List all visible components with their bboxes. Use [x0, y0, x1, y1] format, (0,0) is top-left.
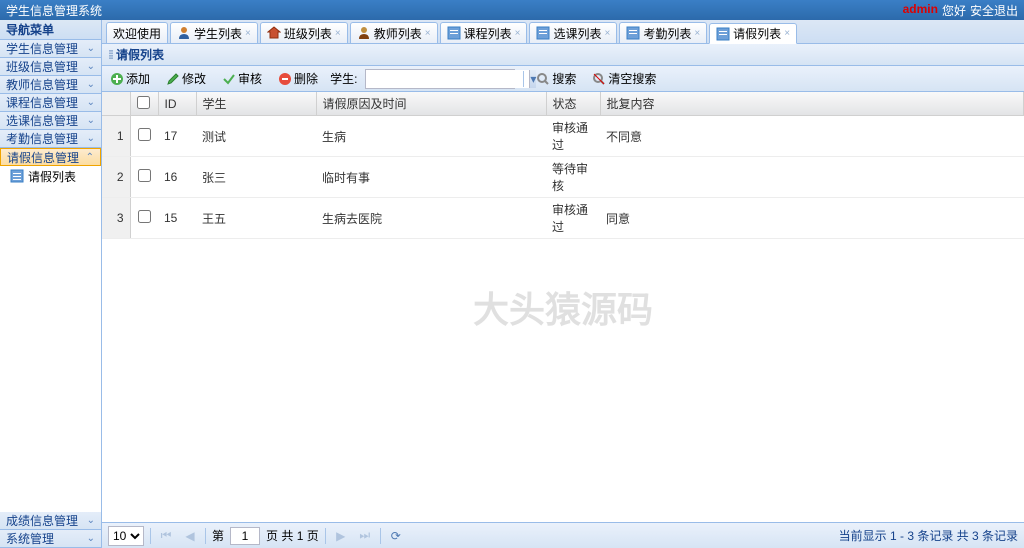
sidebar-item-class[interactable]: 班级信息管理⌄: [0, 58, 101, 76]
data-grid: ID 学生 请假原因及时间 状态 批复内容 1 17 测试 生病 审核通过 不同…: [102, 92, 1024, 522]
column-header-reason[interactable]: 请假原因及时间: [316, 92, 546, 116]
list-icon: [536, 26, 550, 40]
clear-icon: [592, 72, 606, 86]
table-row[interactable]: 2 16 张三 临时有事 等待审核: [102, 157, 1024, 198]
sidebar-item-teacher[interactable]: 教师信息管理⌄: [0, 76, 101, 94]
tab-courses[interactable]: 课程列表×: [440, 22, 528, 43]
check-icon: [222, 72, 236, 86]
clear-search-button[interactable]: 清空搜索: [588, 68, 660, 89]
first-page-button[interactable]: ⏮: [157, 527, 175, 545]
sidebar-title: 导航菜单: [0, 20, 101, 40]
chevron-down-icon: ⌄: [87, 515, 95, 526]
row-checkbox[interactable]: [138, 210, 151, 223]
last-page-button[interactable]: ⏭: [356, 527, 374, 545]
table-row[interactable]: 1 17 测试 生病 审核通过 不同意: [102, 116, 1024, 157]
current-page-input[interactable]: [230, 527, 260, 545]
sidebar-item-attendance[interactable]: 考勤信息管理⌄: [0, 130, 101, 148]
sidebar-item-leave[interactable]: 请假信息管理⌃: [0, 148, 101, 166]
panel-title: ⁞⁞ 请假列表: [102, 44, 1024, 66]
select-all-checkbox[interactable]: [137, 96, 150, 109]
student-filter-label: 学生:: [330, 70, 357, 87]
search-button[interactable]: 搜索: [532, 68, 580, 89]
tabs: 欢迎使用 学生列表× 班级列表× 教师列表× 课程列表× 选课列表× 考勤列表×…: [102, 20, 1024, 44]
plus-icon: [110, 72, 124, 86]
person-icon: [177, 26, 191, 40]
list-icon: [447, 26, 461, 40]
list-icon: [10, 169, 24, 183]
page-size-select[interactable]: 10: [108, 526, 144, 546]
sidebar: 导航菜单 学生信息管理⌄ 班级信息管理⌄ 教师信息管理⌄ 课程信息管理⌄ 选课信…: [0, 20, 102, 548]
pager-info: 当前显示 1 - 3 条记录 共 3 条记录: [839, 527, 1018, 544]
chevron-down-icon: ⌄: [87, 43, 95, 54]
tab-teachers[interactable]: 教师列表×: [350, 22, 438, 43]
tab-attendance[interactable]: 考勤列表×: [619, 22, 707, 43]
add-button[interactable]: 添加: [106, 68, 154, 89]
next-page-button[interactable]: ▶: [332, 527, 350, 545]
refresh-button[interactable]: ⟳: [387, 527, 405, 545]
pager: 10 ⏮ ◀ 第 页 共 1 页 ▶ ⏭ ⟳ 当前显示 1 - 3 条记录 共 …: [102, 522, 1024, 548]
sidebar-sub-leave-list[interactable]: 请假列表: [0, 166, 101, 186]
student-filter-input[interactable]: [366, 70, 529, 88]
trash-icon: [278, 72, 292, 86]
greeting: 您好: [942, 2, 966, 19]
chevron-down-icon: ⌄: [87, 115, 95, 126]
sidebar-item-system[interactable]: 系统管理⌄: [0, 530, 101, 548]
close-icon[interactable]: ×: [604, 28, 610, 39]
row-checkbox[interactable]: [138, 169, 151, 182]
chevron-down-icon: ⌄: [87, 133, 95, 144]
sidebar-item-enroll[interactable]: 选课信息管理⌄: [0, 112, 101, 130]
chevron-down-icon: ⌄: [87, 533, 95, 544]
watermark: 大头猿源码: [473, 281, 653, 333]
chevron-down-icon: ⌄: [87, 97, 95, 108]
tab-students[interactable]: 学生列表×: [170, 22, 258, 43]
list-icon: [626, 26, 640, 40]
tab-classes[interactable]: 班级列表×: [260, 22, 348, 43]
grid-header-row: ID 学生 请假原因及时间 状态 批复内容: [102, 92, 1024, 116]
prev-page-button[interactable]: ◀: [181, 527, 199, 545]
close-icon[interactable]: ×: [245, 28, 251, 39]
delete-button[interactable]: 删除: [274, 68, 322, 89]
close-icon[interactable]: ×: [784, 28, 790, 39]
user-name: admin: [903, 2, 938, 19]
close-icon[interactable]: ×: [335, 28, 341, 39]
column-header-reply[interactable]: 批复内容: [600, 92, 1024, 116]
student-filter-combo[interactable]: ▾: [365, 69, 515, 89]
table-row[interactable]: 3 15 王五 生病去医院 审核通过 同意: [102, 198, 1024, 239]
sidebar-item-grades[interactable]: 成绩信息管理⌄: [0, 512, 101, 530]
chevron-down-icon: ⌄: [87, 79, 95, 90]
app-header: 学生信息管理系统 admin 您好 安全退出: [0, 0, 1024, 20]
column-header-status[interactable]: 状态: [546, 92, 600, 116]
review-button[interactable]: 审核: [218, 68, 266, 89]
toolbar: 添加 修改 审核 删除 学生: ▾ 搜索 清空搜索: [102, 66, 1024, 92]
search-icon: [536, 72, 550, 86]
close-icon[interactable]: ×: [694, 28, 700, 39]
tab-leave[interactable]: 请假列表×: [709, 23, 797, 44]
close-icon[interactable]: ×: [515, 28, 521, 39]
sidebar-item-student[interactable]: 学生信息管理⌄: [0, 40, 101, 58]
column-header-student[interactable]: 学生: [196, 92, 316, 116]
column-header-id[interactable]: ID: [158, 92, 196, 116]
row-checkbox[interactable]: [138, 128, 151, 141]
app-title: 学生信息管理系统: [6, 2, 102, 19]
home-icon: [267, 26, 281, 40]
close-icon[interactable]: ×: [425, 28, 431, 39]
logout-link[interactable]: 安全退出: [970, 2, 1018, 19]
list-icon: [716, 27, 730, 41]
tab-welcome[interactable]: 欢迎使用: [106, 22, 168, 43]
sidebar-item-course[interactable]: 课程信息管理⌄: [0, 94, 101, 112]
chevron-down-icon: ⌄: [87, 61, 95, 72]
pencil-icon: [166, 72, 180, 86]
grip-icon: ⁞⁞: [108, 48, 112, 62]
tab-enroll[interactable]: 选课列表×: [529, 22, 617, 43]
edit-button[interactable]: 修改: [162, 68, 210, 89]
chevron-up-icon: ⌃: [86, 152, 94, 163]
separator: [523, 71, 524, 87]
person-icon: [357, 26, 371, 40]
